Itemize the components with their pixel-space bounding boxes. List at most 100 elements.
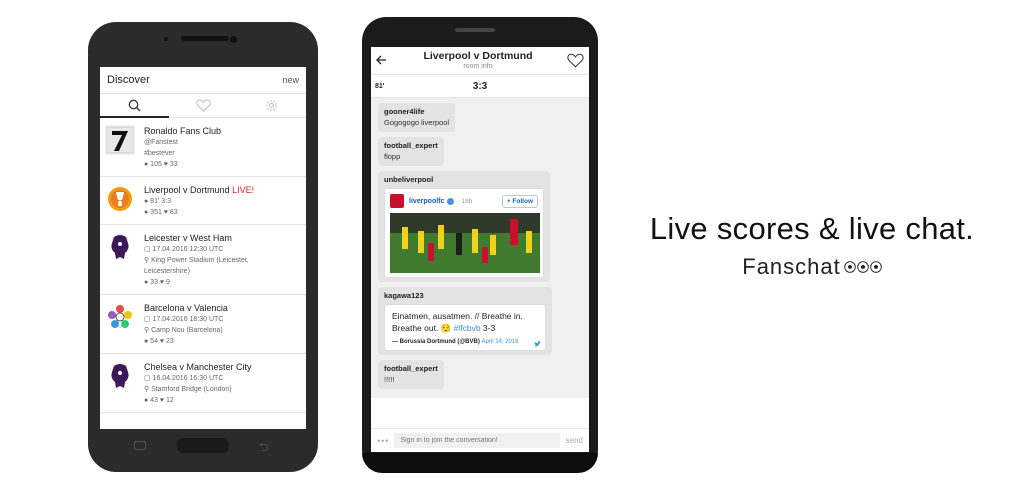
heart-icon bbox=[566, 53, 584, 68]
premier-league-logo bbox=[105, 361, 135, 391]
score-bar: 81' 3:3 bbox=[371, 75, 589, 98]
phone-chin bbox=[362, 453, 598, 473]
europa-cup-icon bbox=[108, 187, 132, 211]
match-venue: ⚲ Camp Nou (Barcelona) bbox=[144, 327, 223, 334]
message-user: football_expert bbox=[384, 364, 438, 373]
room-stats: ● 43 ♥ 12 bbox=[144, 397, 174, 404]
chat-screen: Liverpool v Dortmund room info 81' 3:3 g… bbox=[371, 47, 589, 452]
tab-settings[interactable] bbox=[237, 94, 306, 117]
match-score: 3:3 bbox=[472, 80, 488, 92]
chat-message: unbeliverpool liverpoolfc · 18h + Follow bbox=[378, 171, 550, 282]
message-text: Gogogogo liverpool bbox=[384, 118, 450, 127]
room-name: Liverpool v Dortmund bbox=[144, 185, 230, 195]
message-user: gooner4life bbox=[384, 107, 425, 116]
list-item[interactable]: Liverpool v Dortmund LIVE! ● 81' 3:3 ● 3… bbox=[100, 177, 306, 225]
match-datetime: ▢ 17.04.2016 18:30 UTC bbox=[144, 316, 224, 323]
premier-league-logo bbox=[105, 232, 135, 262]
discover-header: Discover new bbox=[100, 67, 306, 94]
message-text: flopp bbox=[384, 152, 401, 161]
brand-name: Fanschat bbox=[742, 254, 841, 279]
message-composer: ••• send bbox=[371, 428, 589, 452]
home-button[interactable] bbox=[177, 438, 229, 453]
more-options-icon[interactable]: ••• bbox=[377, 436, 389, 446]
search-icon bbox=[128, 99, 141, 112]
tweet-source: — Borussia Dortmund (@BVB) bbox=[392, 339, 480, 345]
chat-feed[interactable]: gooner4life Gogogogo liverpool football_… bbox=[371, 98, 589, 398]
tagline: Live scores & live chat. Fanschat bbox=[600, 210, 1024, 280]
twitter-bird-icon bbox=[534, 341, 541, 347]
liverpool-crest-icon bbox=[390, 194, 404, 208]
phone-chat: Liverpool v Dortmund room info 81' 3:3 g… bbox=[362, 17, 598, 473]
android-nav-bar: ⮌ bbox=[88, 438, 318, 454]
heart-icon bbox=[195, 99, 211, 112]
tweet-photo bbox=[390, 213, 540, 273]
verified-icon bbox=[447, 197, 455, 205]
phone-sensor bbox=[164, 37, 168, 41]
recents-button[interactable] bbox=[134, 441, 146, 450]
lion-crest-icon bbox=[111, 235, 129, 259]
room-header: Liverpool v Dortmund room info bbox=[371, 47, 589, 75]
match-datetime: ▢ 16.04.2016 16:30 UTC bbox=[144, 375, 224, 382]
phone-camera bbox=[230, 36, 237, 43]
tab-search[interactable] bbox=[100, 94, 169, 118]
back-arrow-icon[interactable] bbox=[376, 53, 390, 68]
room-name: Barcelona v Valencia bbox=[144, 303, 228, 313]
room-title: Liverpool v Dortmund bbox=[423, 50, 533, 62]
page-title: Discover bbox=[107, 74, 150, 86]
live-badge: LIVE! bbox=[232, 185, 255, 195]
chat-message: football_expert flopp bbox=[378, 137, 444, 166]
favorite-button[interactable] bbox=[566, 53, 584, 68]
tweet-text-end: 3-3 bbox=[480, 323, 496, 333]
message-user: unbeliverpool bbox=[384, 175, 434, 184]
room-name: Ronaldo Fans Club bbox=[144, 126, 222, 136]
follow-button[interactable]: + Follow bbox=[501, 194, 538, 208]
match-status: ● 81' 3:3 bbox=[144, 198, 171, 205]
tagline-headline: Live scores & live chat. bbox=[649, 211, 975, 246]
message-input[interactable] bbox=[394, 433, 560, 448]
room-tag: #bestever bbox=[144, 150, 175, 157]
room-stats: ● 351 ♥ 83 bbox=[144, 209, 178, 216]
lion-crest-icon bbox=[111, 364, 129, 388]
brand-row: Fanschat bbox=[742, 254, 882, 280]
club-logo bbox=[105, 125, 135, 155]
number-seven-logo bbox=[106, 126, 134, 154]
room-info-link[interactable]: room info bbox=[390, 62, 566, 71]
tweet-hashtag[interactable]: #lfcbvb bbox=[454, 323, 481, 333]
embedded-tweet[interactable]: Einatmen, ausatmen. // Breathe in. Breat… bbox=[384, 304, 546, 351]
la-liga-logo bbox=[105, 302, 135, 332]
tab-favorites[interactable] bbox=[169, 94, 238, 117]
room-stats: ● 105 ♥ 33 bbox=[144, 161, 178, 168]
match-venue-cont: Leicestershire) bbox=[144, 268, 190, 275]
tweet-date[interactable]: April 14, 2016 bbox=[482, 339, 519, 345]
embedded-tweet[interactable]: liverpoolfc · 18h + Follow bbox=[384, 188, 544, 278]
tweet-time: · 18h bbox=[457, 197, 473, 205]
phone-speaker bbox=[455, 28, 495, 32]
list-item[interactable]: Ronaldo Fans Club @Fanstest #bestever ● … bbox=[100, 118, 306, 177]
message-user: kagawa123 bbox=[384, 291, 424, 300]
message-user: football_expert bbox=[384, 141, 438, 150]
list-item[interactable]: Leicester v West Ham ▢ 17.04.2016 12:30 … bbox=[100, 225, 306, 295]
list-item[interactable]: Chelsea v Manchester City ▢ 16.04.2016 1… bbox=[100, 354, 306, 413]
room-name: Chelsea v Manchester City bbox=[144, 362, 252, 372]
discover-screen: Discover new Ronaldo Fans Club @Fanstest… bbox=[100, 67, 306, 429]
send-button[interactable]: send bbox=[566, 436, 583, 445]
match-venue: ⚲ King Power Stadium (Leicester, bbox=[144, 257, 249, 264]
room-stats: ● 54 ♥ 23 bbox=[144, 338, 174, 345]
chat-message: kagawa123 Einatmen, ausatmen. // Breathe… bbox=[378, 287, 552, 355]
soccer-ball-icon bbox=[869, 261, 882, 273]
phone-speaker bbox=[181, 36, 229, 41]
match-venue: ⚲ Stamford Bridge (London) bbox=[144, 386, 232, 393]
tweet-handle[interactable]: liverpoolfc bbox=[409, 198, 444, 205]
room-stats: ● 33 ♥ 9 bbox=[144, 279, 170, 286]
chat-message: gooner4life Gogogogo liverpool bbox=[378, 103, 456, 132]
la-liga-icon bbox=[108, 305, 132, 328]
soccer-ball-icon bbox=[856, 261, 869, 273]
message-text: !!!!! bbox=[384, 375, 395, 384]
room-handle: @Fanstest bbox=[144, 139, 178, 146]
new-button[interactable]: new bbox=[282, 75, 299, 85]
list-item[interactable]: Barcelona v Valencia ▢ 17.04.2016 18:30 … bbox=[100, 295, 306, 354]
match-datetime: ▢ 17.04.2016 12:30 UTC bbox=[144, 246, 224, 253]
europa-league-logo bbox=[105, 184, 135, 214]
phone-discover: Discover new Ronaldo Fans Club @Fanstest… bbox=[88, 22, 318, 472]
back-button[interactable]: ⮌ bbox=[259, 438, 269, 459]
